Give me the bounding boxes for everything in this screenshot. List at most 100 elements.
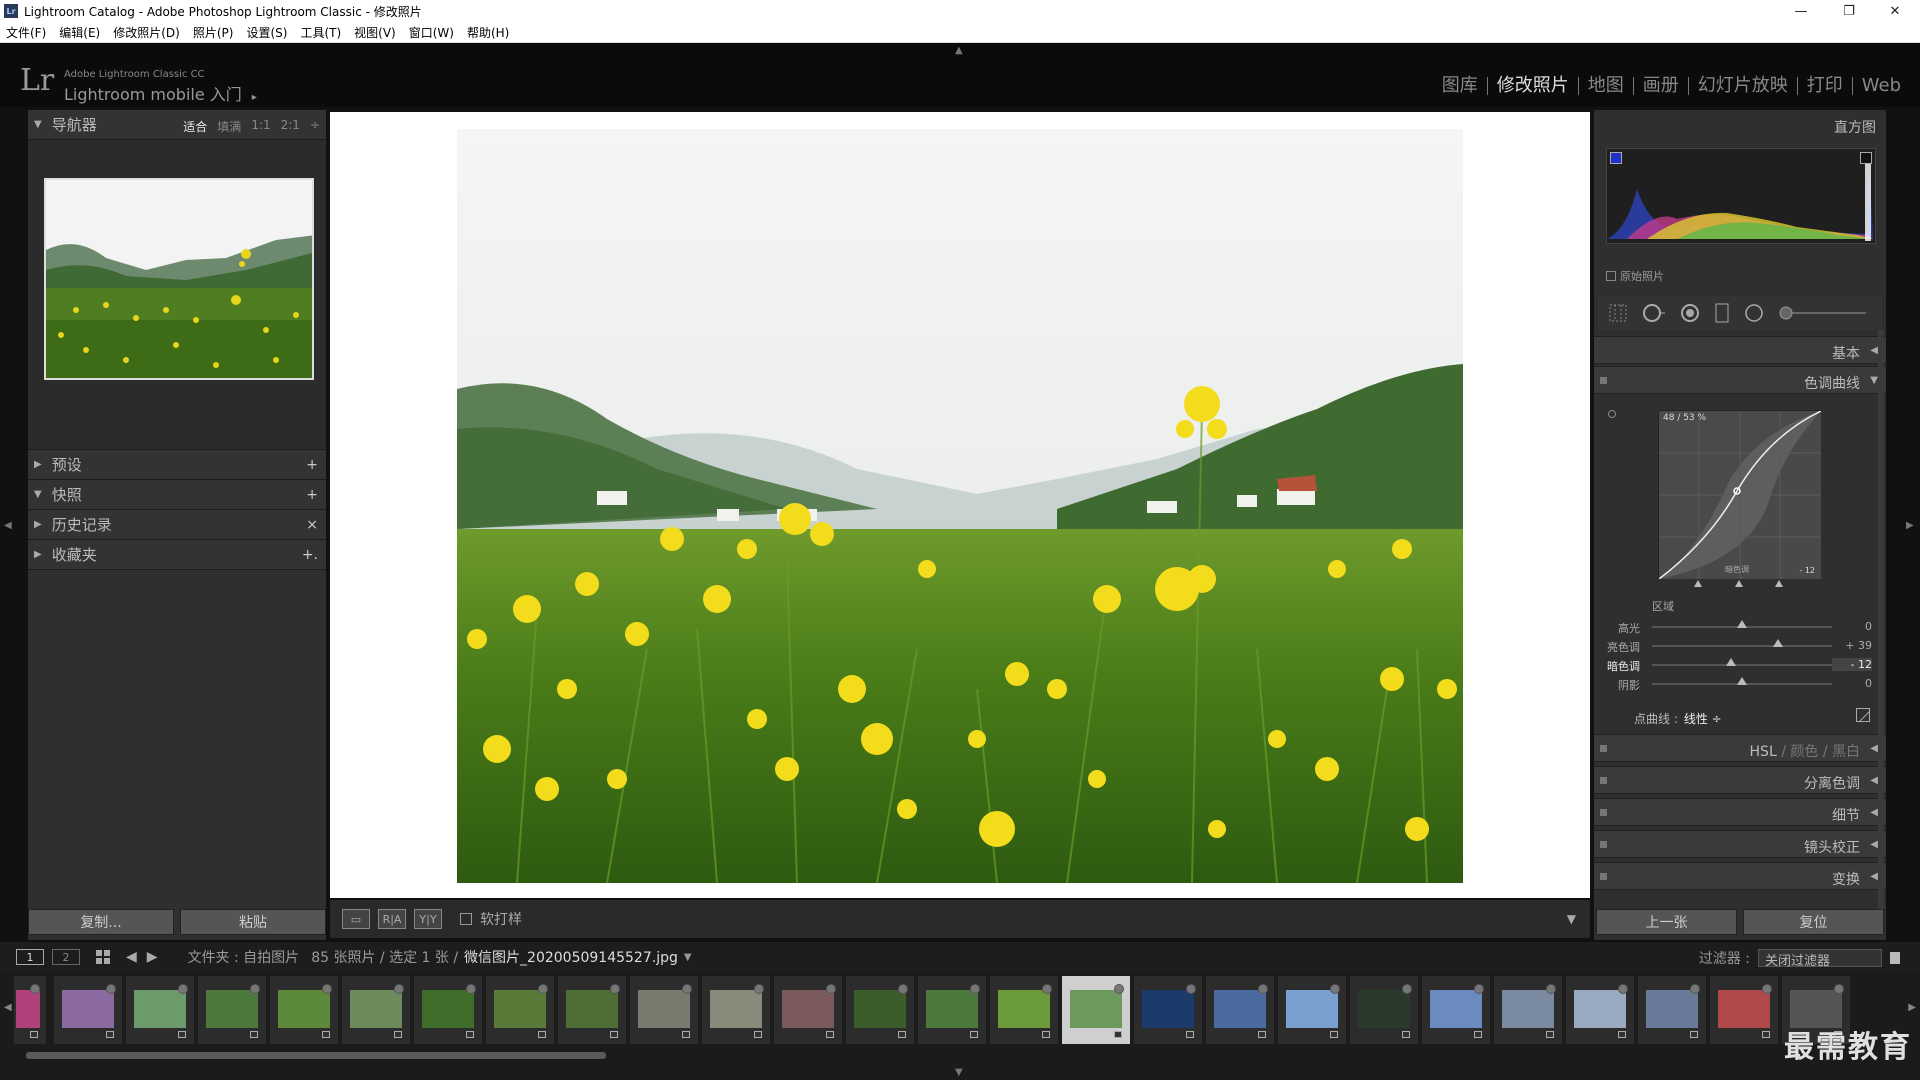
menu-photo[interactable]: 照片(P) — [193, 24, 234, 41]
split-handle-1[interactable] — [1694, 580, 1702, 587]
hsl-tab[interactable]: HSL — [1750, 744, 1777, 760]
slider-row[interactable]: 高光 0 — [1594, 618, 1886, 636]
tone-curve-header[interactable]: 色调曲线 ▼ — [1594, 366, 1886, 394]
point-curve-edit-icon[interactable] — [1856, 708, 1870, 723]
lens-correction-header[interactable]: 镜头校正 ◀ — [1594, 830, 1886, 858]
graduated-filter-icon[interactable] — [1714, 303, 1730, 323]
loupe-view-icon[interactable]: ▭ — [342, 909, 370, 929]
tone-curve-graph[interactable]: 48 / 53 % 暗色调 - 12 — [1658, 410, 1822, 580]
filmstrip-thumbnail[interactable] — [918, 976, 986, 1044]
filmstrip-thumbnail[interactable] — [486, 976, 554, 1044]
navigator-thumbnail[interactable] — [44, 178, 314, 380]
histogram-header[interactable]: 直方图 — [1594, 110, 1886, 140]
menu-tools[interactable]: 工具(T) — [300, 24, 341, 41]
filmstrip-thumbnail[interactable] — [630, 976, 698, 1044]
point-curve-selector[interactable]: 点曲线 : 线性 ÷ — [1634, 710, 1722, 727]
filmstrip-left-icon[interactable]: ◀ — [4, 1002, 12, 1013]
original-photo-toggle[interactable]: 原始照片 — [1606, 268, 1664, 284]
right-panel-toggle-icon[interactable]: ▶ — [1906, 520, 1914, 531]
navigator-header[interactable]: ▼ 导航器 适合 填满 1:1 2:1 ÷ — [28, 110, 326, 140]
current-filename[interactable]: 微信图片_20200509145527.jpg — [464, 947, 678, 967]
panel-toggle-switch[interactable] — [1600, 809, 1607, 816]
slider-value[interactable]: - 12 — [1832, 658, 1872, 671]
bw-tab[interactable]: 黑白 — [1832, 744, 1860, 760]
menu-edit[interactable]: 编辑(E) — [59, 24, 100, 41]
filmstrip-thumbnail[interactable] — [1638, 976, 1706, 1044]
left-panel-toggle-icon[interactable]: ◀ — [4, 520, 12, 531]
hsl-panel-header[interactable]: HSL / 颜色 / 黑白 ◀ — [1594, 734, 1886, 762]
menu-view[interactable]: 视图(V) — [354, 24, 396, 41]
split-handle-2[interactable] — [1735, 580, 1743, 587]
filmstrip-thumbnail[interactable] — [1350, 976, 1418, 1044]
highlight-clipping-icon[interactable] — [1860, 152, 1872, 164]
panel-toggle-switch[interactable] — [1600, 873, 1607, 880]
paste-button[interactable]: 粘贴 — [180, 909, 326, 935]
radial-filter-icon[interactable] — [1744, 303, 1764, 323]
add-preset-icon[interactable]: + — [306, 457, 318, 473]
menu-file[interactable]: 文件(F) — [6, 24, 46, 41]
filmstrip-thumbnail[interactable] — [990, 976, 1058, 1044]
restore-icon[interactable]: ❐ — [1826, 0, 1872, 22]
forward-arrow-icon[interactable]: ▶ — [147, 949, 158, 965]
red-eye-icon[interactable] — [1680, 303, 1700, 323]
basic-panel-header[interactable]: 基本 ◀ — [1594, 336, 1886, 364]
split-handle-3[interactable] — [1775, 580, 1783, 587]
minimize-icon[interactable]: — — [1778, 0, 1824, 22]
spot-removal-icon[interactable] — [1642, 303, 1666, 323]
module-print[interactable]: 打印 — [1798, 77, 1853, 95]
filter-select[interactable]: 关闭过滤器 — [1758, 949, 1882, 969]
color-tab[interactable]: 颜色 — [1790, 744, 1818, 760]
slider-value[interactable]: 0 — [1832, 677, 1872, 690]
filmstrip-thumbnail[interactable] — [702, 976, 770, 1044]
zoom-1-1[interactable]: 1:1 — [251, 118, 270, 135]
module-map[interactable]: 地图 — [1579, 77, 1634, 95]
slider-row[interactable]: 亮色调 + 39 — [1594, 637, 1886, 655]
shadow-clipping-icon[interactable] — [1610, 152, 1622, 164]
slider-knob[interactable] — [1737, 620, 1747, 628]
menu-window[interactable]: 窗口(W) — [409, 24, 454, 41]
filmstrip-thumbnail[interactable] — [1494, 976, 1562, 1044]
filmstrip-thumbnail[interactable] — [54, 976, 122, 1044]
zoom-fill[interactable]: 填满 — [217, 118, 241, 135]
slider-knob[interactable] — [1773, 639, 1783, 647]
original-checkbox[interactable] — [1606, 271, 1616, 281]
close-icon[interactable]: ✕ — [1872, 0, 1918, 22]
filmstrip-thumbnail[interactable] — [846, 976, 914, 1044]
softproof-checkbox[interactable] — [460, 913, 472, 925]
module-develop[interactable]: 修改照片 — [1488, 77, 1579, 95]
module-book[interactable]: 画册 — [1634, 77, 1689, 95]
filmstrip-thumbnail[interactable] — [1134, 976, 1202, 1044]
filmstrip-scrollbar[interactable] — [26, 1052, 606, 1059]
zoom-2-1[interactable]: 2:1 — [281, 118, 300, 135]
filmstrip-thumbnail[interactable] — [558, 976, 626, 1044]
module-library[interactable]: 图库 — [1433, 77, 1488, 95]
menu-help[interactable]: 帮助(H) — [467, 24, 509, 41]
add-collection-icon[interactable]: +. — [302, 547, 318, 563]
panel-toggle-switch[interactable] — [1600, 841, 1607, 848]
histogram[interactable] — [1606, 148, 1876, 244]
screen-2-button[interactable]: 2 — [52, 949, 80, 965]
zoom-more-icon[interactable]: ÷ — [310, 118, 320, 135]
previous-button[interactable]: 上一张 — [1596, 909, 1737, 935]
filmstrip-thumbnail[interactable] — [1566, 976, 1634, 1044]
filmstrip-thumbnail[interactable] — [1206, 976, 1274, 1044]
detail-header[interactable]: 细节 ◀ — [1594, 798, 1886, 826]
main-photo[interactable] — [457, 129, 1463, 883]
filmstrip-thumbnail[interactable] — [342, 976, 410, 1044]
filmstrip-thumbnail[interactable] — [198, 976, 266, 1044]
before-after-button[interactable]: R|A — [378, 909, 406, 929]
add-snapshot-icon[interactable]: + — [306, 487, 318, 503]
module-slideshow[interactable]: 幻灯片放映 — [1689, 77, 1798, 95]
module-web[interactable]: Web — [1853, 77, 1910, 95]
filter-lock-icon[interactable] — [1890, 952, 1900, 964]
filmstrip-thumbnail[interactable] — [270, 976, 338, 1044]
history-header[interactable]: ▶ 历史记录 × — [28, 510, 326, 540]
slider-row[interactable]: 阴影 0 — [1594, 675, 1886, 693]
filmstrip-thumbnail[interactable] — [414, 976, 482, 1044]
slider-knob[interactable] — [1726, 658, 1737, 666]
clear-history-icon[interactable]: × — [306, 517, 318, 533]
targeted-adjustment-icon[interactable] — [1608, 410, 1616, 418]
presets-header[interactable]: ▶ 预设 + — [28, 450, 326, 480]
filmstrip-thumbnail[interactable] — [1422, 976, 1490, 1044]
panel-toggle-switch[interactable] — [1600, 377, 1607, 384]
